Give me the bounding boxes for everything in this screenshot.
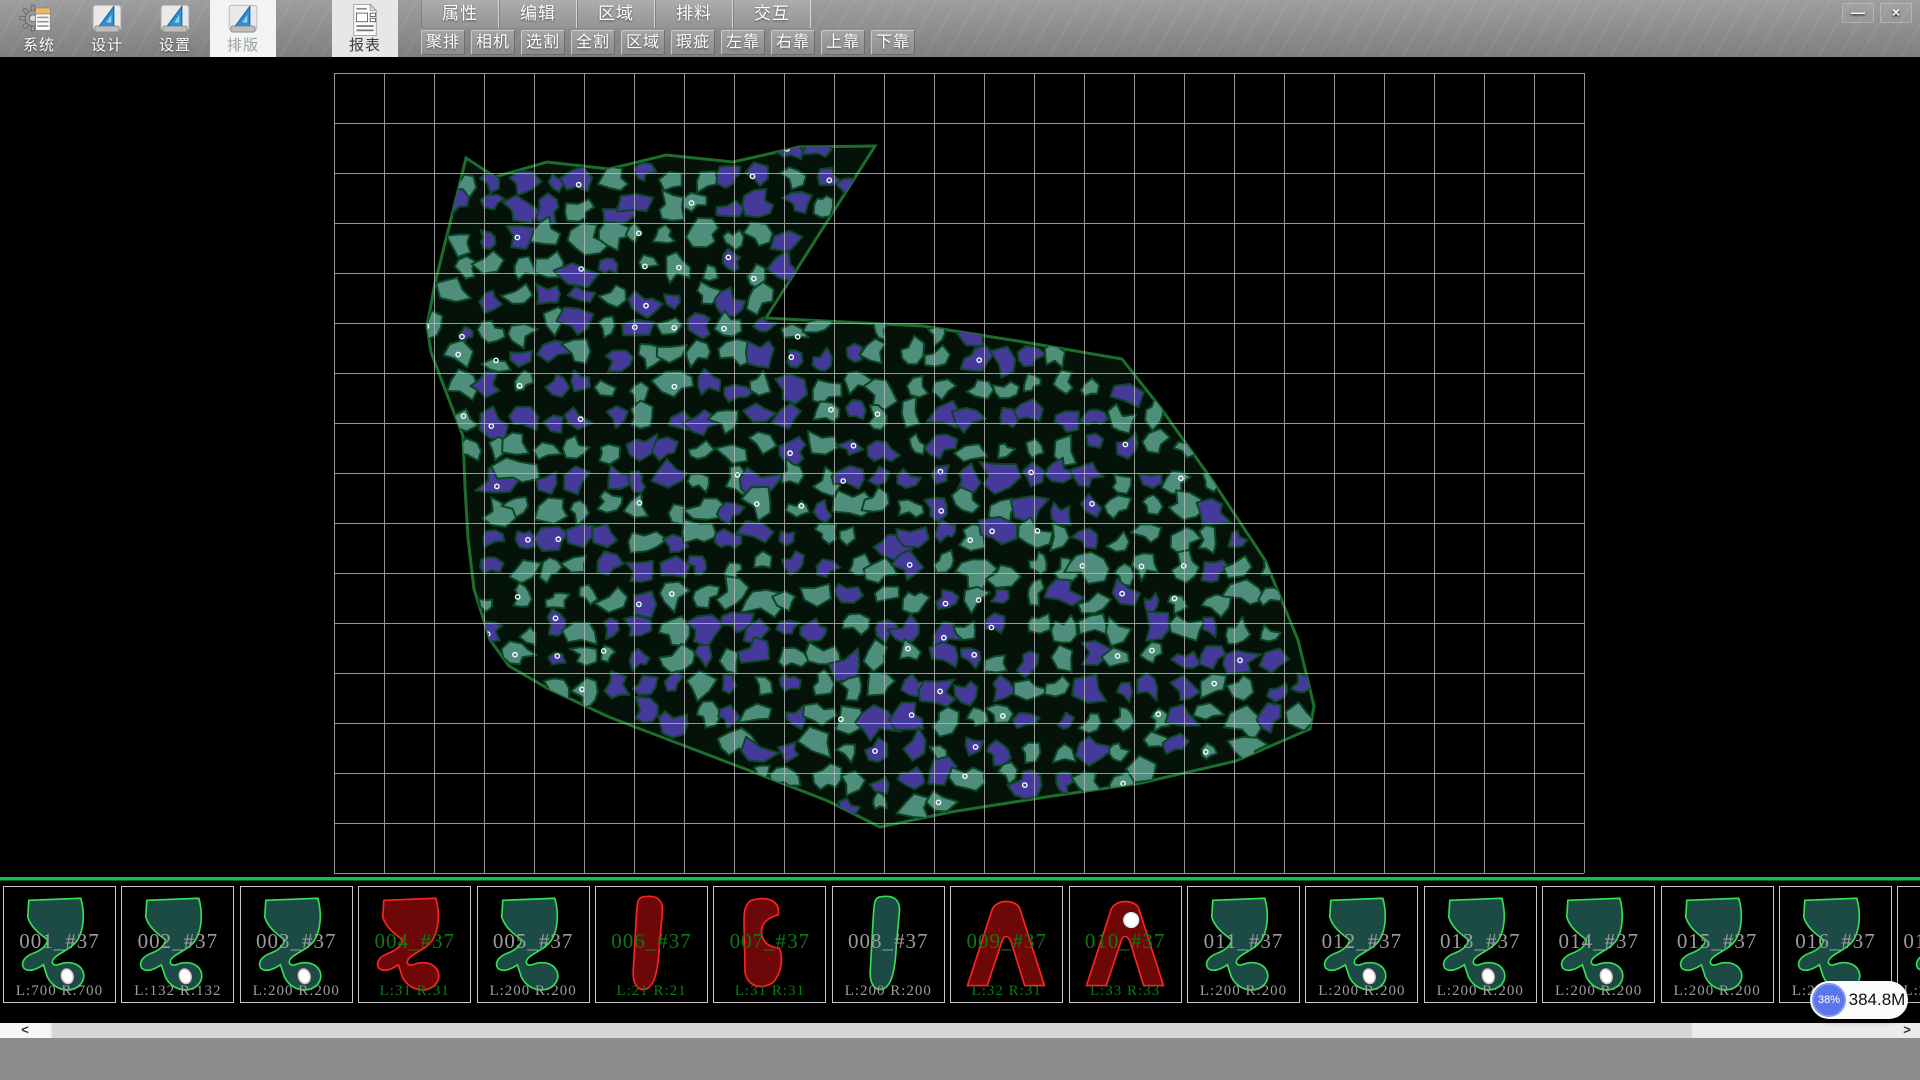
thumbnail-014[interactable]: 014_#37 L:200 R:200 xyxy=(1542,886,1655,1003)
scrollbar-thumb[interactable] xyxy=(52,1023,1692,1038)
thumbnail-003[interactable]: 003_#37 L:200 R:200 xyxy=(240,886,353,1003)
toolbar-button-5[interactable]: 报表 xyxy=(332,0,398,57)
thumbnail-lr-count: L:31 R:31 xyxy=(714,983,825,1000)
thumbnail-lr-count: L:200 R:200 xyxy=(478,983,589,1000)
tool-button-5[interactable]: 区域 xyxy=(621,30,665,55)
thumbnail-013[interactable]: 013_#37 L:200 R:200 xyxy=(1424,886,1537,1003)
tool-button-3[interactable]: 选割 xyxy=(521,30,565,55)
thumbnail-012[interactable]: 012_#37 L:200 R:200 xyxy=(1305,886,1418,1003)
toolbar-button-label: 系统 xyxy=(6,34,72,55)
nesting-application-window: 系统设计设置排版报表 属性编辑区域排料交互 聚排相机选割全割区域瑕疵左靠右靠上靠… xyxy=(0,0,1920,1080)
scroll-left-button[interactable]: < xyxy=(0,1023,50,1038)
menu-tab-2[interactable]: 编辑 xyxy=(499,0,577,28)
toolbar-button-label: 设计 xyxy=(74,34,140,55)
tool-button-10[interactable]: 下靠 xyxy=(871,30,915,55)
thumbnail-label: 005_#37 xyxy=(478,929,589,954)
toolbar-button-2[interactable]: 设计 xyxy=(74,0,140,57)
thumbnail-010[interactable]: 010_#37 L:33 R:33 xyxy=(1069,886,1182,1003)
thumbnail-lr-count: L:700 R:700 xyxy=(4,983,115,1000)
thumbnail-label: 016_#37 xyxy=(1780,929,1891,954)
tool-button-8[interactable]: 右靠 xyxy=(771,30,815,55)
thumbnail-label: 013_#37 xyxy=(1425,929,1536,954)
horizontal-scrollbar[interactable]: < > xyxy=(0,1023,1920,1038)
menu-tab-1[interactable]: 属性 xyxy=(421,0,499,28)
thumbnail-lr-count: L:200 R:200 xyxy=(1188,983,1299,1000)
thumbnail-lr-count: L:200 R:200 xyxy=(1543,983,1654,1000)
menu-tab-row: 属性编辑区域排料交互 xyxy=(421,0,811,28)
thumbnail-005[interactable]: 005_#37 L:200 R:200 xyxy=(477,886,590,1003)
thumbnail-label: 007_#37 xyxy=(714,929,825,954)
title-toolbar: 系统设计设置排版报表 属性编辑区域排料交互 聚排相机选割全割区域瑕疵左靠右靠上靠… xyxy=(0,0,1920,58)
toolbar-button-1[interactable]: 系统 xyxy=(6,0,72,57)
thumbnail-lr-count: L:200 R:200 xyxy=(1662,983,1773,1000)
piece-thumbnail-strip: 001_#37 L:700 R:700 002_#37 L:132 R:132 003_… xyxy=(0,877,1920,1023)
thumbnail-label: 001_#37 xyxy=(4,929,115,954)
nesting-canvas[interactable] xyxy=(0,57,1920,877)
thumbnail-009[interactable]: 009_#37 L:32 R:31 xyxy=(950,886,1063,1003)
thumbnail-006[interactable]: 006_#37 L:21 R:21 xyxy=(595,886,708,1003)
thumbnail-label: 003_#37 xyxy=(241,929,352,954)
main-toolbar: 系统设计设置排版 报表 xyxy=(6,0,398,57)
thumbnail-008[interactable]: 008_#37 L:200 R:200 xyxy=(832,886,945,1003)
toolbar-button-4[interactable]: 排版 xyxy=(210,0,276,57)
thumbnail-label: 008_#37 xyxy=(833,929,944,954)
toolbar-button-label: 报表 xyxy=(332,34,398,55)
scroll-right-button[interactable]: > xyxy=(1896,1023,1918,1038)
menu-tab-5[interactable]: 交互 xyxy=(733,0,811,28)
thumbnail-label: 006_#37 xyxy=(596,929,707,954)
thumbnail-label: 010_#37 xyxy=(1070,929,1181,954)
menu-tab-3[interactable]: 区域 xyxy=(577,0,655,28)
thumbnail-lr-count: L:32 R:31 xyxy=(951,983,1062,1000)
tool-button-2[interactable]: 相机 xyxy=(471,30,515,55)
thumbnail-label: 017_#37 xyxy=(1898,929,1920,954)
thumbnail-label: 002_#37 xyxy=(122,929,233,954)
status-bar xyxy=(0,1038,1920,1080)
thumbnail-label: 012_#37 xyxy=(1306,929,1417,954)
thumbnail-007[interactable]: 007_#37 L:31 R:31 xyxy=(713,886,826,1003)
tool-button-row: 聚排相机选割全割区域瑕疵左靠右靠上靠下靠 xyxy=(421,30,915,56)
tool-button-6[interactable]: 瑕疵 xyxy=(671,30,715,55)
thumbnail-lr-count: L:21 R:21 xyxy=(596,983,707,1000)
thumbnail-002[interactable]: 002_#37 L:132 R:132 xyxy=(121,886,234,1003)
thumbnail-lr-count: L:200 R:200 xyxy=(1306,983,1417,1000)
toolbar-button-label: 设置 xyxy=(142,34,208,55)
thumbnail-011[interactable]: 011_#37 L:200 R:200 xyxy=(1187,886,1300,1003)
nested-pieces xyxy=(414,140,1314,820)
thumbnail-label: 011_#37 xyxy=(1188,929,1299,954)
strip-divider-line xyxy=(0,877,1920,881)
thumbnail-004[interactable]: 004_#37 L:31 R:31 xyxy=(358,886,471,1003)
nesting-canvas-svg[interactable] xyxy=(0,57,1920,877)
thumbnail-015[interactable]: 015_#37 L:200 R:200 xyxy=(1661,886,1774,1003)
tool-button-9[interactable]: 上靠 xyxy=(821,30,865,55)
progress-circle: 38% xyxy=(1812,983,1846,1017)
thumbnail-label: 009_#37 xyxy=(951,929,1062,954)
thumbnail-001[interactable]: 001_#37 L:700 R:700 xyxy=(3,886,116,1003)
memory-usage-badge: 38% 384.8M xyxy=(1810,981,1908,1019)
toolbar-button-label: 排版 xyxy=(210,34,276,55)
thumbnail-lr-count: L:200 R:200 xyxy=(241,983,352,1000)
thumbnail-label: 014_#37 xyxy=(1543,929,1654,954)
close-button[interactable]: × xyxy=(1880,3,1912,23)
thumbnail-lr-count: L:33 R:33 xyxy=(1070,983,1181,1000)
menu-tab-4[interactable]: 排料 xyxy=(655,0,733,28)
thumbnail-lr-count: L:200 R:200 xyxy=(833,983,944,1000)
window-controls: — × xyxy=(1842,3,1912,23)
thumbnail-lr-count: L:132 R:132 xyxy=(122,983,233,1000)
toolbar-button-3[interactable]: 设置 xyxy=(142,0,208,57)
minimize-button[interactable]: — xyxy=(1842,3,1874,23)
thumbnail-label: 004_#37 xyxy=(359,929,470,954)
thumbnail-label: 015_#37 xyxy=(1662,929,1773,954)
tool-button-1[interactable]: 聚排 xyxy=(421,30,465,55)
tool-button-4[interactable]: 全割 xyxy=(571,30,615,55)
memory-value: 384.8M xyxy=(1846,990,1908,1010)
thumbnail-lr-count: L:31 R:31 xyxy=(359,983,470,1000)
tool-button-7[interactable]: 左靠 xyxy=(721,30,765,55)
thumbnail-lr-count: L:200 R:200 xyxy=(1425,983,1536,1000)
